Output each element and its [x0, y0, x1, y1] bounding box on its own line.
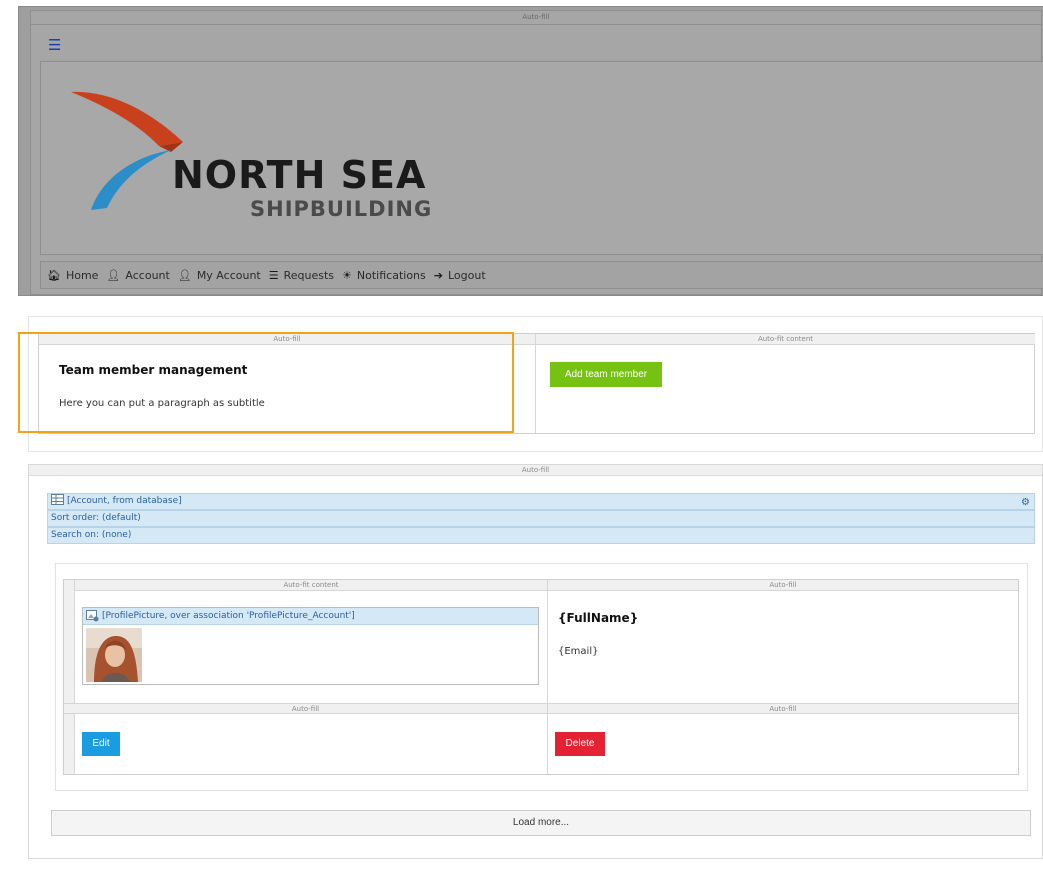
page-subtitle: Here you can put a paragraph as subtitle: [59, 398, 265, 409]
email-text: {Email}: [558, 646, 599, 657]
logo-subtitle: SHIPBUILDING: [250, 197, 433, 221]
column-label: Auto-fit content: [75, 580, 547, 591]
datasource-bar[interactable]: [Account, from database] ⚙: [47, 493, 1035, 510]
logout-icon: ➔: [433, 268, 443, 282]
edit-button[interactable]: Edit: [82, 732, 120, 756]
full-name-text: {FullName}: [558, 611, 639, 625]
logo-title: NORTH SEA: [172, 153, 427, 197]
header-layout: Auto-fill ☰ NORTH SEA SHIPBUILDING 🏠︎ Ho…: [30, 10, 1043, 295]
page-title: Team member management: [59, 363, 248, 377]
image-source-bar: [ProfilePicture, over association 'Profi…: [83, 608, 538, 625]
search-on-bar[interactable]: Search on: (none): [47, 527, 1035, 544]
nav-my-account[interactable]: 👤︎ My Account: [178, 269, 261, 282]
notification-icon: ☀: [342, 268, 352, 282]
column-label: Auto-fill: [64, 703, 547, 714]
selection-highlight: [18, 332, 514, 433]
navigation-bar: 🏠︎ Home 👤︎ Account 👤︎ My Account ☰ Reque…: [40, 261, 1043, 289]
nav-account[interactable]: 👤︎ Account: [106, 269, 169, 282]
column-label: Auto-fill: [547, 580, 1018, 591]
delete-button[interactable]: Delete: [555, 732, 605, 756]
load-more-button[interactable]: Load more...: [51, 810, 1031, 836]
nav-label: Home: [65, 268, 99, 282]
column-label: Auto-fit content: [535, 334, 1035, 345]
nav-label: Logout: [447, 268, 486, 282]
image-source-label: [ProfilePicture, over association 'Profi…: [102, 611, 355, 621]
column-divider: [547, 591, 548, 774]
column-divider: [535, 345, 536, 433]
home-icon: 🏠︎: [47, 268, 61, 282]
header-autofill-label: Auto-fill: [31, 11, 1041, 25]
add-team-member-button[interactable]: Add team member: [550, 362, 662, 387]
nav-label: Account: [125, 268, 170, 282]
datasource-label: [Account, from database]: [67, 496, 182, 506]
column-label: Auto-fill: [547, 703, 1018, 714]
user-icon: 👤︎: [177, 268, 192, 282]
list-icon: ☰: [268, 268, 279, 282]
nav-label: My Account: [196, 268, 261, 282]
sort-order-bar[interactable]: Sort order: (default): [47, 510, 1035, 527]
nav-home[interactable]: 🏠︎ Home: [47, 269, 98, 282]
nav-notifications[interactable]: ☀ Notifications: [342, 269, 426, 282]
nav-label: Requests: [283, 268, 335, 282]
row-gutter: [64, 580, 75, 774]
profile-photo: [86, 628, 142, 682]
settings-icon[interactable]: ⚙: [1021, 495, 1030, 510]
database-icon: [51, 494, 64, 505]
page-canvas: Auto-fill ☰ NORTH SEA SHIPBUILDING 🏠︎ Ho…: [0, 0, 1043, 874]
image-icon: [86, 610, 99, 622]
nav-logout[interactable]: ➔ Logout: [434, 269, 486, 282]
user-icon: 👤︎: [106, 268, 121, 282]
nav-requests[interactable]: ☰ Requests: [269, 269, 334, 282]
menu-icon[interactable]: ☰: [48, 38, 61, 53]
header-region: Auto-fill ☰ NORTH SEA SHIPBUILDING 🏠︎ Ho…: [18, 6, 1043, 296]
profile-picture-widget[interactable]: [ProfilePicture, over association 'Profi…: [82, 607, 539, 685]
nav-label: Notifications: [356, 268, 426, 282]
section-autofill-label: Auto-fill: [29, 465, 1042, 476]
logo-container: NORTH SEA SHIPBUILDING: [40, 61, 1043, 255]
